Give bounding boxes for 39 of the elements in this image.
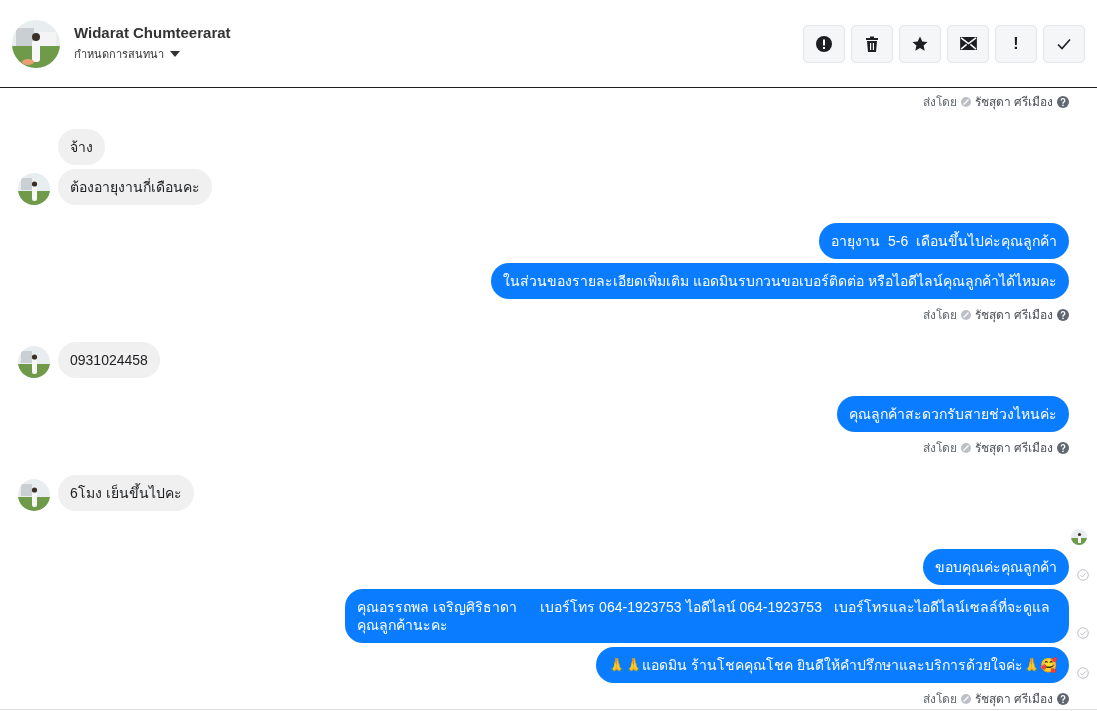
message-bubble: คุณลูกค้าสะดวกรับสายช่วงไหนค่ะ <box>837 396 1069 432</box>
message-bubble: คุณอรรถพล เจริญศิริธาดา เบอร์โทร 064-1923753 ไอดีไลน์ 064-1923753 เบอร์โทรและไอดีไลน์เซลล์ที่จะดูแลคุณลูกค้านะคะ <box>345 589 1069 643</box>
sent-by-label: ส่งโดย <box>922 307 957 324</box>
star-button[interactable] <box>899 24 941 63</box>
help-icon <box>1057 308 1069 321</box>
status-icon <box>960 96 971 107</box>
check-button[interactable] <box>1043 24 1085 63</box>
message-bubble: ต้องอายุงานกี่เดือนคะ <box>58 169 212 205</box>
mark-button[interactable]: ! <box>995 24 1037 63</box>
message-bubble: ในส่วนของรายละเอียดเพิ่มเติม แอดมินรบกวนขอเบอร์ติดต่อ หรือไอดีไลน์คุณลูกค้าได้ไหมคะ <box>491 263 1069 299</box>
star-icon <box>912 35 928 52</box>
help-icon <box>1057 95 1069 108</box>
alert-icon <box>816 35 832 52</box>
conversation-menu[interactable]: กำหนดการสนทนา <box>74 45 231 63</box>
status-icon <box>960 442 971 453</box>
sender-name: รัชสุดา ศรีเมือง <box>974 440 1053 457</box>
sent-by-label: ส่งโดย <box>922 94 957 111</box>
contact-name: Widarat Chumteerarat <box>74 24 231 41</box>
trash-icon <box>864 35 880 52</box>
status-icon <box>960 693 971 704</box>
sender-name: รัชสุดา ศรีเมือง <box>974 307 1053 324</box>
message-bubble: 6โมง เย็นขึ้นไปคะ <box>58 475 194 511</box>
alert-button[interactable] <box>803 24 845 63</box>
caret-icon <box>170 51 180 57</box>
sender-name: รัชสุดา ศรีเมือง <box>974 94 1053 111</box>
status-icon <box>960 309 971 320</box>
message-bubble: 🙏🙏แอดมิน ร้านโชคคุณโชค ยินดีให้คำปรึกษาและบริการด้วยใจค่ะ🙏🥰 <box>596 647 1069 683</box>
help-icon <box>1057 692 1069 705</box>
sender-name: รัชสุดา ศรีเมือง <box>974 691 1053 708</box>
message-bubble: อายุงาน 5-6 เดือนขึ้นไปค่ะคุณลูกค้า <box>819 223 1069 259</box>
envelope-icon <box>959 37 977 50</box>
mail-button[interactable] <box>947 24 989 63</box>
sent-by-label: ส่งโดย <box>922 440 957 457</box>
help-icon <box>1057 441 1069 454</box>
message-bubble: จ้าง <box>58 129 105 165</box>
delete-button[interactable] <box>851 24 893 63</box>
sent-by-label: ส่งโดย <box>922 691 957 708</box>
message-bubble: 0931024458 <box>58 342 160 378</box>
message-bubble: ขอบคุณค่ะคุณลูกค้า <box>923 549 1069 585</box>
